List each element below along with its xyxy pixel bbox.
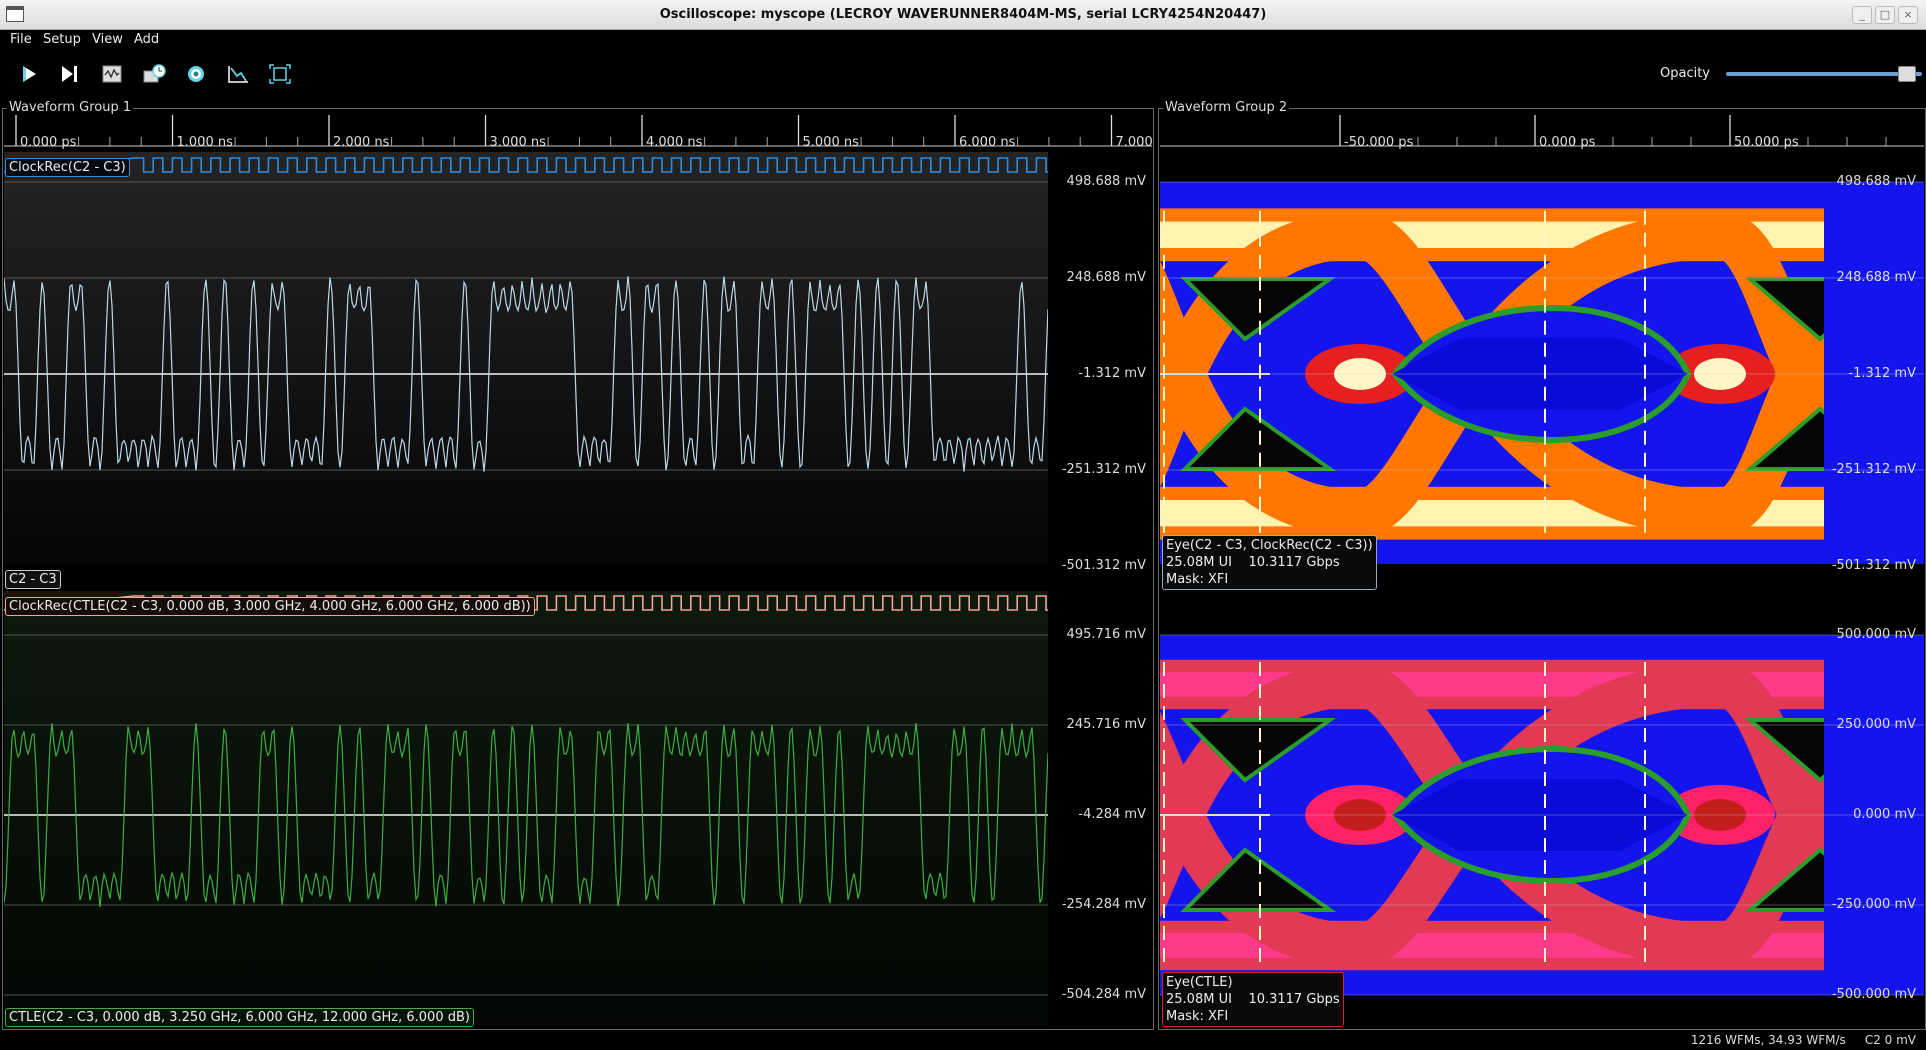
waveform-plot-c2-c3[interactable] — [4, 152, 1048, 564]
start-trigger-button[interactable] — [14, 62, 42, 86]
voltage-tick-label: -251.312 mV — [1831, 462, 1916, 477]
stop-trigger-button[interactable] — [98, 62, 126, 86]
eye-info-top-name: Eye(C2 - C3, ClockRec(C2 - C3)) — [1166, 538, 1373, 553]
voltage-tick-label: 0.000 mV — [1853, 807, 1916, 822]
eye-info-top-rate: 25.08M UI 10.3117 Gbps — [1166, 555, 1340, 570]
voltage-tick-label: -501.312 mV — [1831, 558, 1916, 573]
statusbar: 1216 WFMs, 34.93 WFM/s C2 0 mV — [0, 1030, 1926, 1050]
refresh-button[interactable] — [182, 62, 210, 86]
voltage-tick-label: -1.312 mV — [1078, 366, 1146, 381]
maximize-button[interactable]: □ — [1875, 6, 1895, 24]
minimize-button[interactable]: _ — [1852, 6, 1872, 24]
plot-top-left[interactable] — [4, 152, 1048, 564]
menu-setup[interactable]: Setup — [43, 32, 81, 47]
opacity-slider-handle[interactable] — [1898, 66, 1916, 82]
gear-icon — [188, 66, 204, 82]
eye-info-bottom-mask: Mask: XFI — [1166, 1009, 1229, 1024]
group-2-title: Waveform Group 2 — [1163, 100, 1290, 115]
fft-button[interactable] — [224, 62, 252, 86]
plot-bottom-left[interactable] — [4, 591, 1048, 1025]
ruler-tick-label: 0.000 ps — [1539, 135, 1596, 150]
menu-add[interactable]: Add — [134, 32, 159, 47]
voltage-tick-label: 498.688 mV — [1836, 174, 1916, 189]
voltage-tick-label: 495.716 mV — [1066, 627, 1146, 642]
clock-trace — [4, 157, 1048, 173]
menu-file[interactable]: File — [10, 32, 32, 47]
waveform-plot-ctle[interactable] — [4, 591, 1048, 1025]
voltage-tick-label: -1.312 mV — [1848, 366, 1916, 381]
menubar: File Setup View Add — [0, 30, 1926, 50]
ruler-tick-label: 50.000 ps — [1734, 135, 1799, 150]
eye-info-bottom[interactable]: Eye(CTLE) 25.08M UI 10.3117 Gbps Mask: X… — [1162, 972, 1344, 1027]
eye-info-bottom-name: Eye(CTLE) — [1166, 975, 1233, 990]
voltage-axis-4[interactable]: 500.000 mV 250.000 mV 0.000 mV -250.000 mV -… — [1818, 591, 1922, 1025]
ruler-tick-label: -50.000 ps — [1344, 135, 1414, 150]
voltage-tick-label: 250.000 mV — [1836, 717, 1916, 732]
voltage-tick-label: -250.000 mV — [1831, 897, 1916, 912]
ruler-tick-label: 5.000 ns — [802, 135, 859, 150]
voltage-tick-label: 500.000 mV — [1836, 627, 1916, 642]
time-ruler-1[interactable]: 0.000 ps 1.000 ns 2.000 ns 3.000 ns 4.000 ns… — [4, 115, 1153, 150]
trace-label-ctle[interactable]: CTLE(C2 - C3, 0.000 dB, 3.250 GHz, 6.000… — [5, 1008, 474, 1027]
window-title: Oscilloscope: myscope (LECROY WAVERUNNER… — [659, 7, 1267, 22]
voltage-tick-label: 248.688 mV — [1066, 270, 1146, 285]
history-icon — [143, 64, 166, 83]
voltage-tick-label: 248.688 mV — [1836, 270, 1916, 285]
ruler-tick-label: 2.000 ns — [333, 135, 390, 150]
voltage-tick-label: -254.284 mV — [1061, 897, 1146, 912]
eye-diagram-ctle[interactable] — [1160, 591, 1924, 1025]
eye-diagram-c2-c3[interactable] — [1160, 152, 1924, 564]
close-button[interactable]: × — [1898, 6, 1918, 24]
voltage-tick-label: 245.716 mV — [1066, 717, 1146, 732]
fullscreen-button[interactable] — [266, 62, 294, 86]
eye-info-bottom-rate: 25.08M UI 10.3117 Gbps — [1166, 992, 1340, 1007]
ruler-tick-label: 0.000 ps — [20, 135, 77, 150]
toolbar — [0, 50, 1926, 98]
status-text: 1216 WFMs, 34.93 WFM/s C2 0 mV — [1690, 1033, 1916, 1047]
menu-view[interactable]: View — [92, 32, 123, 47]
voltage-axis-3[interactable]: 498.688 mV 248.688 mV -1.312 mV -251.312 mV… — [1818, 152, 1922, 573]
opacity-label: Opacity — [1660, 66, 1711, 81]
chart-icon — [228, 66, 248, 83]
single-trigger-button[interactable] — [56, 62, 84, 86]
voltage-tick-label: -251.312 mV — [1061, 462, 1146, 477]
voltage-axis-2[interactable]: 495.716 mV 245.716 mV -4.284 mV -254.284 mV… — [1050, 591, 1152, 1025]
eye-plot-top[interactable] — [1160, 152, 1924, 564]
ruler-tick-label: 4.000 ns — [646, 135, 703, 150]
voltage-tick-label: -4.284 mV — [1078, 807, 1146, 822]
step-icon — [62, 66, 77, 82]
ruler-tick-label: 3.000 ns — [489, 135, 546, 150]
group-1-title: Waveform Group 1 — [7, 100, 134, 115]
history-button[interactable] — [140, 62, 168, 86]
waveform-icon — [102, 65, 122, 83]
eye-info-top[interactable]: Eye(C2 - C3, ClockRec(C2 - C3)) 25.08M U… — [1162, 535, 1377, 590]
window-titlebar: Oscilloscope: myscope (LECROY WAVERUNNER… — [0, 0, 1926, 30]
fullscreen-icon — [269, 64, 291, 84]
clockrec-ctle-label[interactable]: ClockRec(CTLE(C2 - C3, 0.000 dB, 3.000 G… — [5, 597, 535, 616]
ruler-tick-label: 6.000 ns — [959, 135, 1016, 150]
play-icon — [23, 66, 36, 82]
opacity-slider[interactable] — [1726, 66, 1922, 82]
voltage-tick-label: -501.312 mV — [1061, 558, 1146, 573]
clockrec-label[interactable]: ClockRec(C2 - C3) — [5, 158, 130, 177]
voltage-tick-label: -500.000 mV — [1831, 987, 1916, 1002]
time-ruler-2[interactable]: -50.000 ps 0.000 ps 50.000 ps — [1160, 115, 1924, 150]
eye-plot-bottom[interactable] — [1160, 591, 1924, 1025]
trace-label-c2-c3[interactable]: C2 - C3 — [5, 570, 61, 589]
voltage-axis-1[interactable]: 498.688 mV 248.688 mV -1.312 mV -251.312 mV… — [1050, 152, 1152, 573]
voltage-tick-label: 498.688 mV — [1066, 174, 1146, 189]
eye-info-top-mask: Mask: XFI — [1166, 572, 1229, 587]
ruler-tick-label: 7.000 — [1115, 135, 1153, 150]
voltage-tick-label: -504.284 mV — [1061, 987, 1146, 1002]
ruler-tick-label: 1.000 ns — [176, 135, 233, 150]
